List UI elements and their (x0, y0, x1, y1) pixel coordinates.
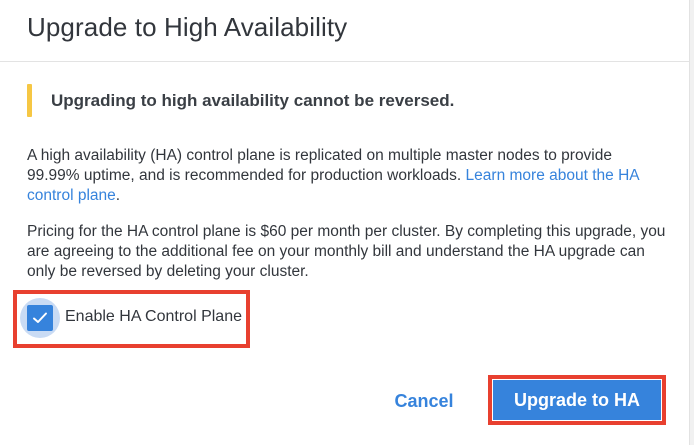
dialog-header: Upgrade to High Availability (0, 0, 690, 62)
dialog-scrollbar[interactable] (689, 0, 694, 445)
annotation-highlight-upgrade-button (488, 375, 666, 425)
warning-bar (27, 84, 32, 117)
upgrade-ha-dialog: Upgrade to High Availability Upgrading t… (0, 0, 694, 445)
warning-notice: Upgrading to high availability cannot be… (27, 84, 667, 117)
cancel-button[interactable]: Cancel (380, 384, 468, 418)
annotation-highlight-checkbox (13, 290, 250, 348)
ha-description-trailing: . (115, 187, 121, 204)
ha-description: A high availability (HA) control plane i… (27, 146, 667, 206)
pricing-text: Pricing for the HA control plane is $60 … (27, 223, 666, 280)
warning-notice-text: Upgrading to high availability cannot be… (51, 91, 455, 110)
dialog-title: Upgrade to High Availability (27, 12, 348, 42)
